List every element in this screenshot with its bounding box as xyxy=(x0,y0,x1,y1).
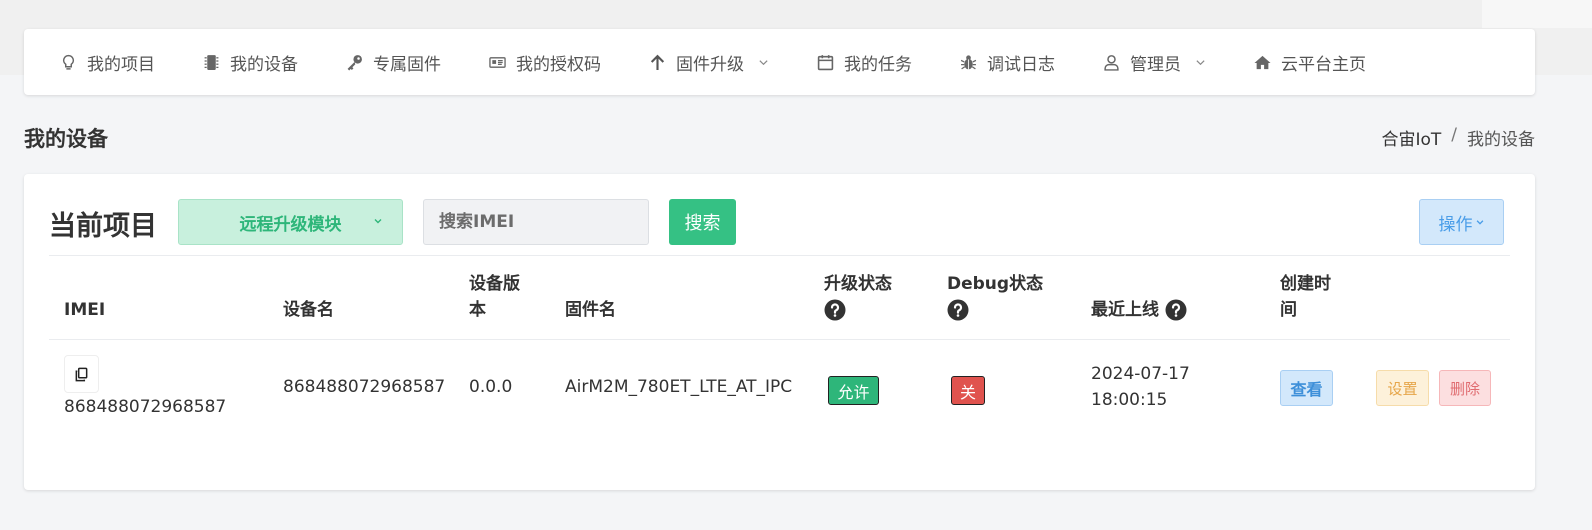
devices-card: 当前项目 远程升级模块 搜索 操作 IMEI 设备名 设备版 本 固件名 升级状… xyxy=(24,174,1535,490)
breadcrumb-current: 我的设备 xyxy=(1467,130,1535,150)
chevron-down-icon xyxy=(758,57,769,68)
column-header-version-line2: 本 xyxy=(469,300,486,320)
nav-item-exclusive-firmware[interactable]: 专属固件 xyxy=(346,29,441,95)
breadcrumb-root-link[interactable]: 合宙IoT xyxy=(1381,125,1441,150)
column-header-upgrade-status[interactable]: 升级状态 xyxy=(824,271,892,323)
column-header-last-online[interactable]: 最近上线 xyxy=(1091,297,1187,323)
column-header-imei[interactable]: IMEI xyxy=(64,297,105,323)
cell-device-name: 868488072968587 xyxy=(283,377,446,397)
nav-item-label: 固件升级 xyxy=(676,54,744,75)
debug-status-badge[interactable]: 关 xyxy=(951,376,985,405)
cell-imei: 868488072968587 xyxy=(64,397,227,417)
key-icon xyxy=(346,54,363,71)
nav-item-label: 调试日志 xyxy=(987,54,1055,75)
upgrade-status-badge[interactable]: 允许 xyxy=(828,376,879,405)
page-top-corner xyxy=(1482,0,1592,28)
column-header-debug-status[interactable]: Debug状态 xyxy=(947,271,1043,323)
nav-item-my-tasks[interactable]: 我的任务 xyxy=(817,29,912,95)
table-header-divider xyxy=(49,339,1510,340)
copy-imei-button[interactable] xyxy=(64,355,99,393)
view-button[interactable]: 查看 xyxy=(1280,370,1333,406)
project-select-value: 远程升级模块 xyxy=(239,214,342,235)
project-select[interactable]: 远程升级模块 xyxy=(178,199,403,245)
breadcrumb: 合宙IoT / 我的设备 xyxy=(1381,125,1535,150)
question-circle-icon[interactable] xyxy=(947,299,969,321)
question-circle-icon[interactable] xyxy=(824,299,846,321)
column-header-created-at[interactable]: 创建时 间 xyxy=(1280,271,1331,323)
chevron-down-icon xyxy=(1195,57,1206,68)
cell-last-online-date: 2024-07-17 xyxy=(1091,364,1190,384)
user-icon xyxy=(1103,54,1120,71)
column-header-created-line1: 创建时 xyxy=(1280,274,1331,294)
current-project-title: 当前项目 xyxy=(49,211,157,242)
nav-item-label: 我的授权码 xyxy=(516,54,601,75)
calendar-icon xyxy=(817,54,834,71)
cell-last-online-time: 18:00:15 xyxy=(1091,390,1168,410)
operations-label: 操作 xyxy=(1438,214,1473,235)
operations-dropdown-button[interactable]: 操作 xyxy=(1419,199,1504,245)
nav-item-label: 我的任务 xyxy=(844,54,912,75)
nav-item-auth-codes[interactable]: 我的授权码 xyxy=(489,29,601,95)
settings-button[interactable]: 设置 xyxy=(1376,370,1429,406)
nav-item-admin[interactable]: 管理员 xyxy=(1103,29,1206,95)
chevron-down-icon xyxy=(374,219,382,224)
nav-item-label: 云平台主页 xyxy=(1281,54,1366,75)
id-card-icon xyxy=(489,54,506,71)
nav-item-my-projects[interactable]: 我的项目 xyxy=(60,29,155,95)
nav-item-label: 我的设备 xyxy=(230,54,298,75)
nav-item-label: 管理员 xyxy=(1130,54,1181,75)
column-header-device-name[interactable]: 设备名 xyxy=(283,297,334,323)
delete-button[interactable]: 删除 xyxy=(1439,370,1491,406)
cell-last-online: 2024-07-17 18:00:15 xyxy=(1091,361,1190,413)
chip-icon xyxy=(203,54,220,71)
nav-item-firmware-upgrade[interactable]: 固件升级 xyxy=(649,29,769,95)
home-icon xyxy=(1254,54,1271,71)
column-header-version-line1: 设备版 xyxy=(469,274,520,294)
breadcrumb-separator: / xyxy=(1451,125,1457,145)
question-circle-icon[interactable] xyxy=(1165,299,1187,321)
nav-item-my-devices[interactable]: 我的设备 xyxy=(203,29,298,95)
column-header-upgrade-label: 升级状态 xyxy=(824,274,892,294)
column-header-version[interactable]: 设备版 本 xyxy=(469,271,520,323)
chevron-down-icon xyxy=(1476,220,1483,225)
nav-item-label: 我的项目 xyxy=(87,54,155,75)
copy-icon xyxy=(75,367,88,381)
imei-search-input[interactable] xyxy=(423,199,649,245)
arrow-up-icon xyxy=(649,54,666,71)
column-header-last-online-label: 最近上线 xyxy=(1091,300,1159,320)
search-button[interactable]: 搜索 xyxy=(669,199,736,245)
nav-item-debug-logs[interactable]: 调试日志 xyxy=(960,29,1055,95)
column-header-firmware[interactable]: 固件名 xyxy=(565,297,616,323)
nav-item-cloud-home[interactable]: 云平台主页 xyxy=(1254,29,1366,95)
cell-firmware: AirM2M_780ET_LTE_AT_IPC xyxy=(565,377,793,397)
toolbar-divider xyxy=(49,255,1510,256)
column-header-created-line2: 间 xyxy=(1280,300,1297,320)
nav-item-label: 专属固件 xyxy=(373,54,441,75)
bug-icon xyxy=(960,54,977,71)
page-title: 我的设备 xyxy=(24,127,108,151)
top-navbar: 我的项目 我的设备 专属固件 我的授权码 固件升级 我的任务 调试日志 管理员 … xyxy=(24,29,1535,95)
column-header-debug-label: Debug状态 xyxy=(947,274,1044,294)
lightbulb-icon xyxy=(60,54,77,71)
cell-version: 0.0.0 xyxy=(469,377,513,397)
